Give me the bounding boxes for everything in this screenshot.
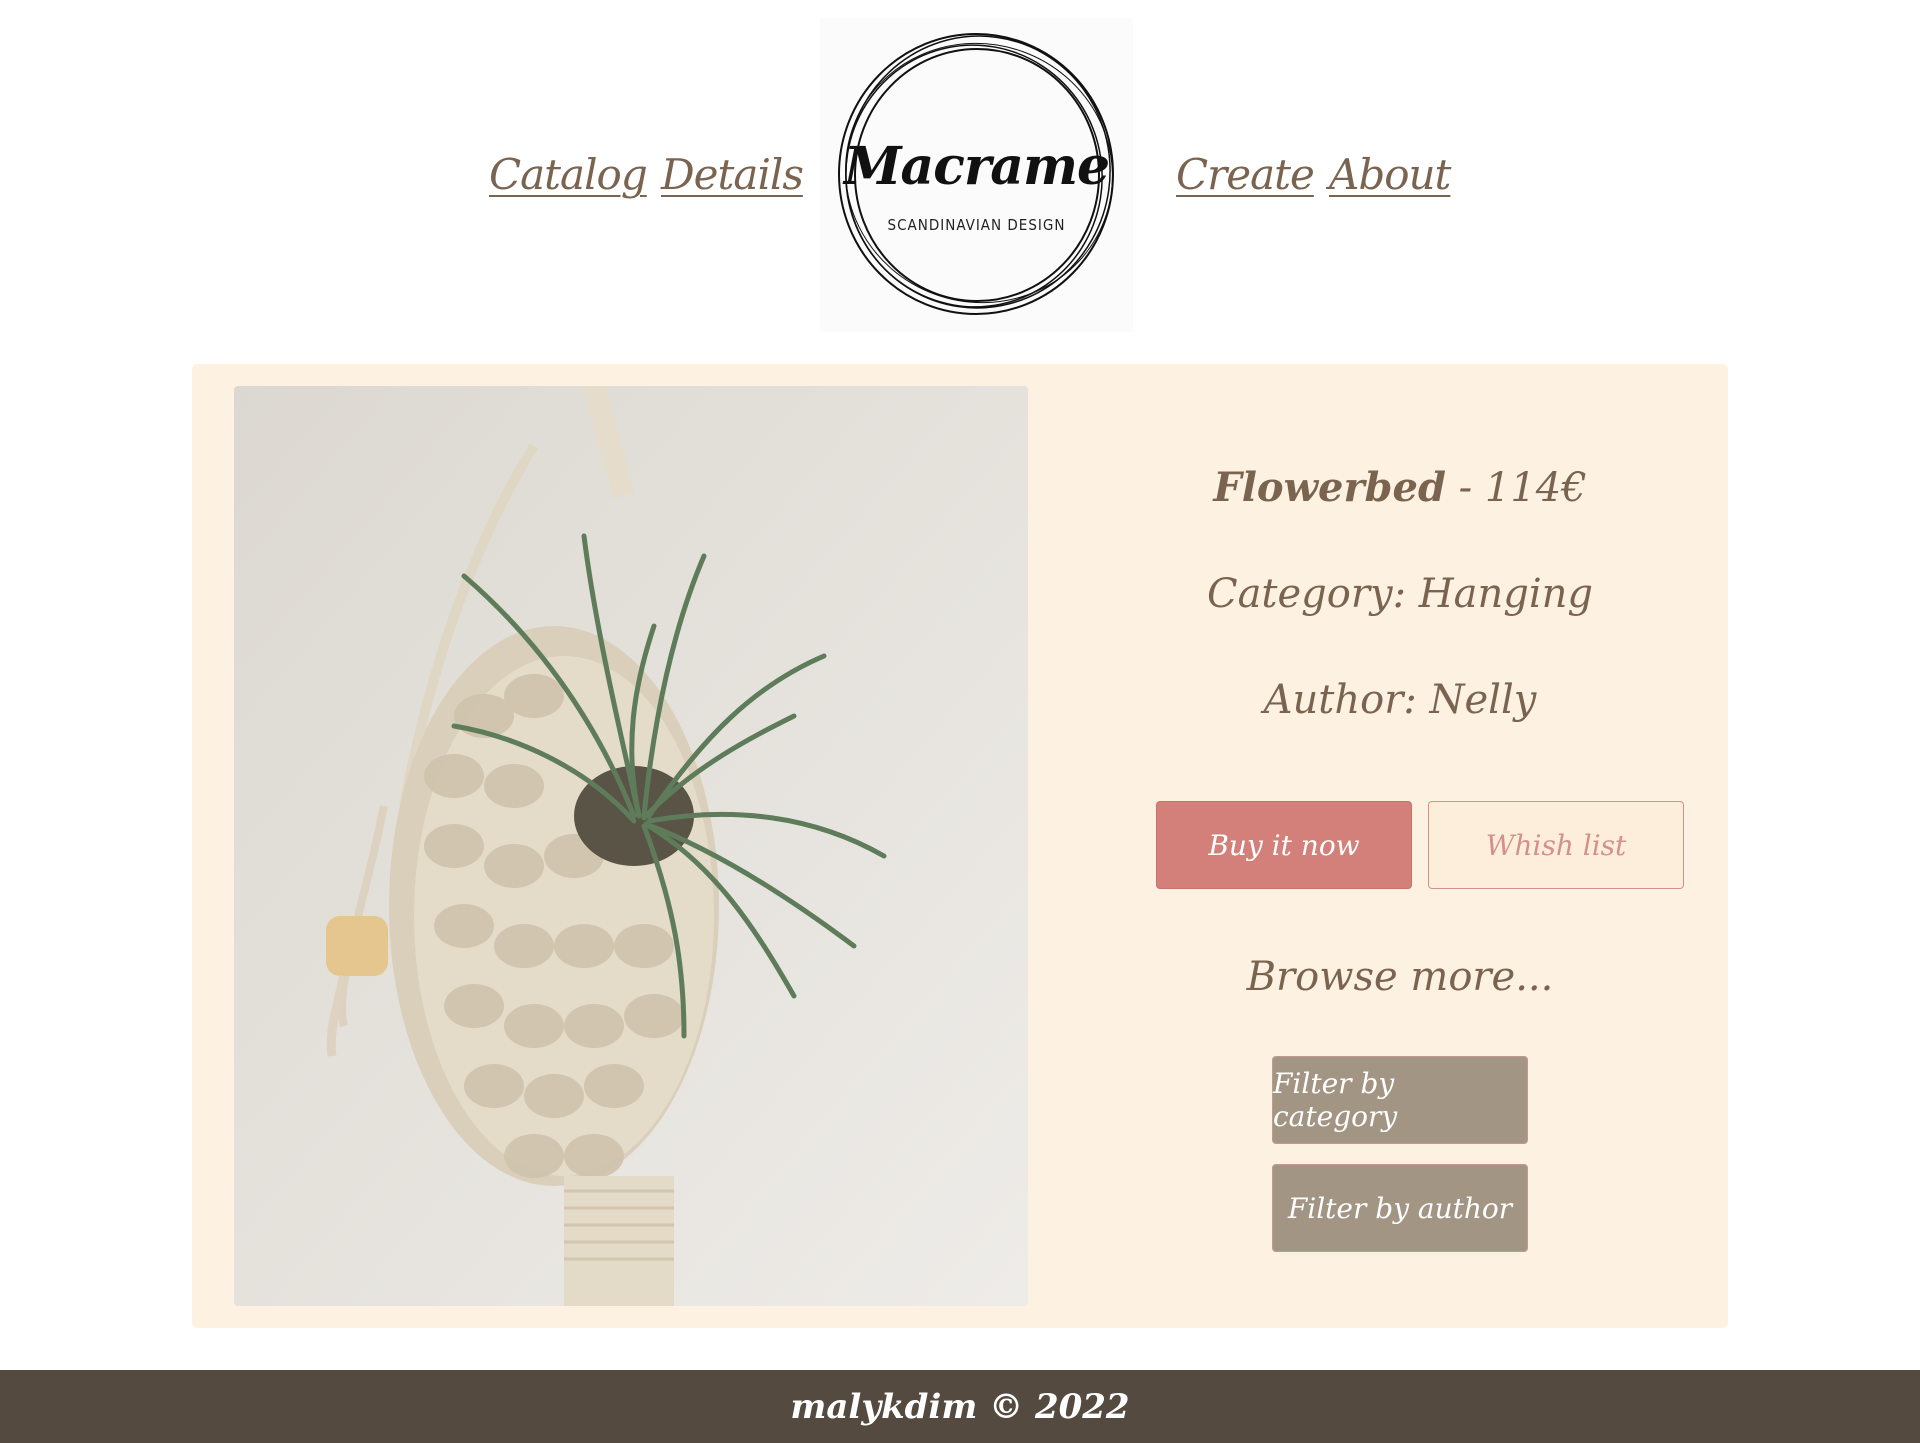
product-photo xyxy=(234,386,1028,1306)
product-price: 114€ xyxy=(1484,465,1587,511)
product-author: Author: Nelly xyxy=(1263,677,1537,723)
wish-list-button[interactable]: Whish list xyxy=(1428,801,1684,889)
product-info: Flowerbed - 114€ Category: Hanging Autho… xyxy=(1072,364,1728,1328)
logo-title: Macrame xyxy=(843,136,1110,197)
filter-by-author-button[interactable]: Filter by author xyxy=(1272,1164,1528,1252)
product-title: Flowerbed - 114€ xyxy=(1072,464,1728,511)
nav-link-catalog[interactable]: Catalog xyxy=(489,150,648,199)
title-separator: - xyxy=(1445,465,1485,511)
footer-copyright: malykdim © 2022 xyxy=(790,1386,1130,1427)
buy-now-button[interactable]: Buy it now xyxy=(1156,801,1412,889)
product-card: Flowerbed - 114€ Category: Hanging Autho… xyxy=(192,364,1728,1328)
browse-more-heading: Browse more... xyxy=(1246,954,1554,1000)
macrame-plant-hanger-image xyxy=(234,386,1028,1306)
product-name: Flowerbed xyxy=(1213,464,1446,511)
nav-link-details[interactable]: Details xyxy=(661,150,804,199)
nav-link-create[interactable]: Create xyxy=(1176,150,1315,199)
logo-subtitle: SCANDINAVIAN DESIGN xyxy=(887,216,1066,234)
logo[interactable]: Macrame SCANDINAVIAN DESIGN xyxy=(820,18,1133,332)
filter-by-category-button[interactable]: Filter by category xyxy=(1272,1056,1528,1144)
product-category: Category: Hanging xyxy=(1206,571,1594,617)
site-footer: malykdim © 2022 xyxy=(0,1370,1920,1443)
nav-link-about[interactable]: About xyxy=(1329,150,1451,199)
site-header: Catalog Details Macrame SCANDINAVIAN DES… xyxy=(0,0,1920,340)
